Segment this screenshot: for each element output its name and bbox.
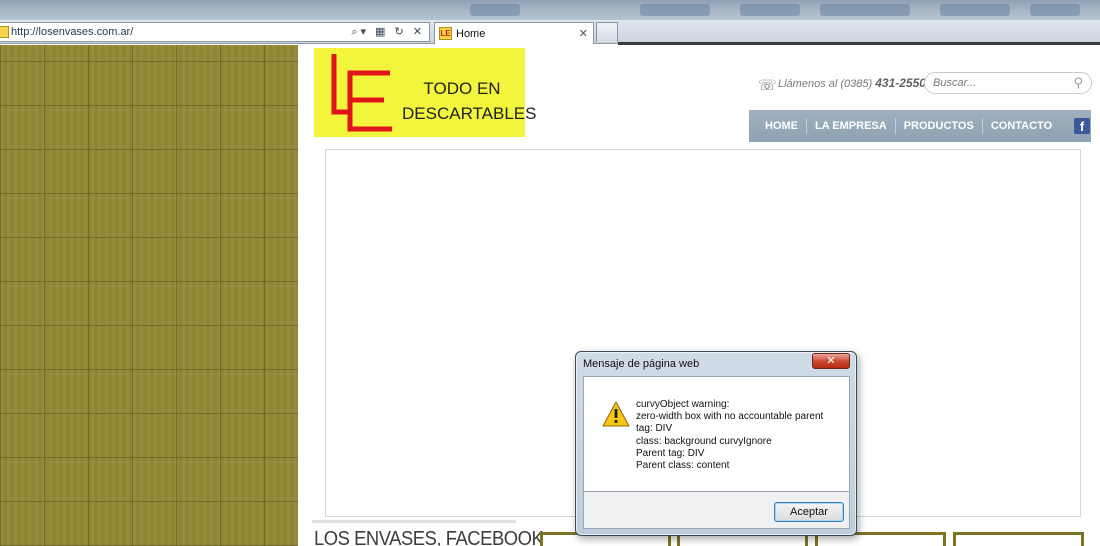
blurred-toolbar-item [820,4,910,16]
wood-background [0,45,298,546]
dialog-message: curvyObject warning: zero-width box with… [636,399,823,472]
browser-toolbar: http://losenvases.com.ar/ ⌕▾ ▦ ↻ ✕ LE Ho… [0,20,1100,44]
message-line: zero-width box with no accountable paren… [636,411,824,423]
message-line: Parent class: content [636,460,730,472]
logo-tagline-line1: TODO EN [423,79,501,98]
browser-titlebar [0,0,1100,20]
section-divider [312,520,516,523]
blurred-toolbar-item [470,4,520,16]
nav-la-empresa[interactable]: LA EMPRESA [807,118,895,134]
aceptar-button[interactable]: Aceptar [774,502,844,522]
search-icon[interactable]: ⚲ [1073,75,1083,91]
phone-number: 431-2550 [875,76,926,90]
nav-home[interactable]: HOME [757,118,806,134]
message-line: curvyObject warning: [636,399,730,410]
message-line: Parent tag: DIV [636,447,705,459]
logo-le-mark [331,54,392,132]
blurred-toolbar-item [940,4,1010,16]
product-thumb[interactable] [953,532,1084,546]
tab-title: Home [456,28,486,40]
tab-favicon: LE [439,27,452,40]
dialog-body: curvyObject warning: zero-width box with… [583,376,850,492]
phone-icon: ☏ [758,77,777,94]
blurred-toolbar-item [740,4,800,16]
address-url[interactable]: http://losenvases.com.ar/ [11,26,133,38]
blurred-toolbar-item [1030,4,1080,16]
tab-close-icon[interactable]: ✕ [579,27,588,40]
logo-tagline: TODO EN DESCARTABLES [402,76,537,126]
blurred-toolbar-item [640,4,710,16]
message-line: class: background curvyIgnore [636,435,772,447]
main-nav: HOME LA EMPRESA PRODUCTOS CONTACTO f [749,110,1091,142]
site-favicon [0,26,9,38]
warning-icon [602,401,630,427]
phone-info: Llámenos al (0385) 431-2550 [778,76,926,90]
nav-productos[interactable]: PRODUCTOS [896,118,982,134]
nav-contacto[interactable]: CONTACTO [983,118,1060,134]
facebook-icon[interactable]: f [1074,118,1090,134]
site-logo[interactable]: TODO EN DESCARTABLES [314,48,537,137]
new-tab-button[interactable] [596,22,618,42]
address-bar[interactable]: http://losenvases.com.ar/ ⌕▾ ▦ ↻ ✕ [0,22,430,42]
message-line: tag: DIV [636,423,673,435]
search-box[interactable]: ⚲ [924,72,1092,94]
facebook-section-title: LOS ENVASES, FACEBOOK [314,528,544,546]
address-bar-icons[interactable]: ⌕▾ ▦ ↻ ✕ [351,25,425,39]
dialog-close-button[interactable]: ✕ [812,353,850,369]
web-page-message-dialog: Mensaje de página web ✕ curvyObject warn… [575,351,857,536]
search-input[interactable] [933,75,1063,91]
phone-label: Llámenos al (0385) [778,78,876,90]
dialog-title: Mensaje de página web [583,358,700,370]
dialog-footer: Aceptar [583,492,850,529]
tab-home[interactable]: LE Home ✕ [434,22,594,44]
logo-tagline-line2: DESCARTABLES [402,104,537,123]
